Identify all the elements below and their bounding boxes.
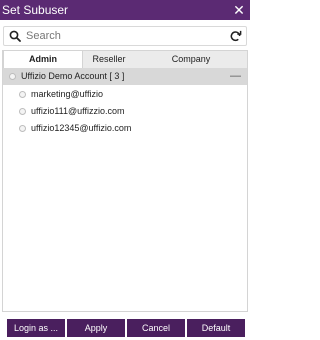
- search-input[interactable]: [26, 28, 216, 44]
- group-label: Uffizio Demo Account [ 3 ]: [21, 71, 125, 81]
- item-radio[interactable]: [19, 125, 26, 132]
- list-item[interactable]: uffizio12345@uffizio.com: [3, 120, 247, 136]
- cancel-button[interactable]: Cancel: [127, 319, 185, 337]
- tab-company[interactable]: Company: [135, 51, 247, 68]
- dialog-titlebar: Set Subuser ✕: [0, 0, 250, 20]
- close-icon[interactable]: ✕: [232, 3, 246, 17]
- apply-button[interactable]: Apply: [67, 319, 125, 337]
- subuser-panel: Admin Reseller Company Uffizio Demo Acco…: [2, 50, 248, 312]
- list-item[interactable]: marketing@uffizio: [3, 86, 247, 102]
- item-label: uffizio111@uffizzio.com: [31, 106, 125, 116]
- tab-bar: Admin Reseller Company: [3, 51, 247, 68]
- search-box: [3, 26, 247, 46]
- login-as-button[interactable]: Login as ...: [7, 319, 65, 337]
- item-label: uffizio12345@uffizio.com: [31, 123, 132, 133]
- dialog-title: Set Subuser: [2, 3, 69, 17]
- account-group-row[interactable]: Uffizio Demo Account [ 3 ] —: [3, 68, 247, 85]
- item-radio[interactable]: [19, 91, 26, 98]
- default-button[interactable]: Default: [187, 319, 245, 337]
- group-radio[interactable]: [9, 73, 16, 80]
- item-label: marketing@uffizio: [31, 89, 103, 99]
- item-radio[interactable]: [19, 108, 26, 115]
- collapse-icon[interactable]: —: [230, 68, 241, 85]
- list-item[interactable]: uffizio111@uffizzio.com: [3, 103, 247, 119]
- search-icon: [9, 30, 21, 42]
- tab-reseller[interactable]: Reseller: [83, 51, 135, 68]
- tab-admin[interactable]: Admin: [3, 51, 83, 68]
- refresh-icon[interactable]: [229, 30, 242, 43]
